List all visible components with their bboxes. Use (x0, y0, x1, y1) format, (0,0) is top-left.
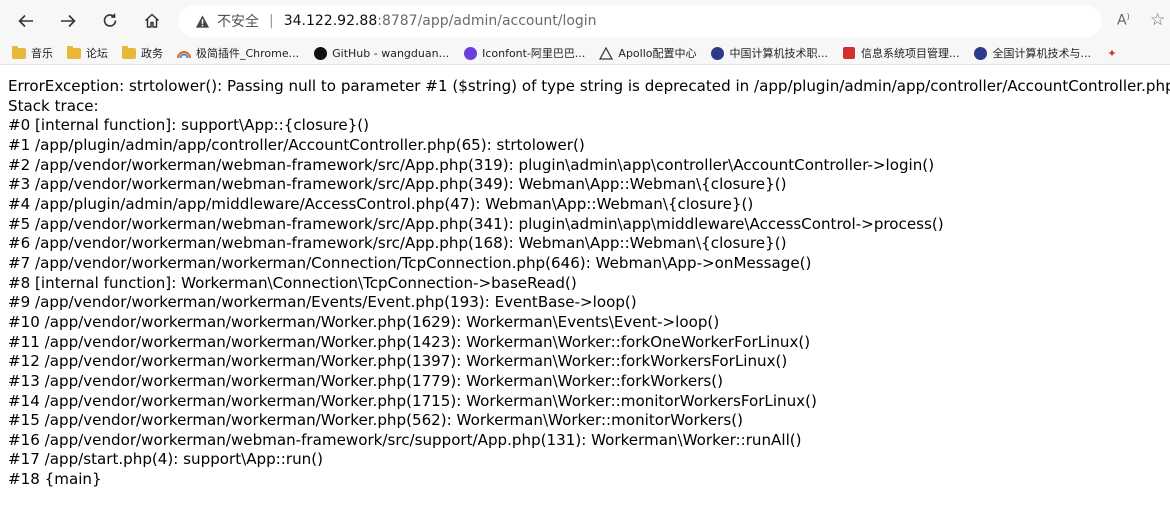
stack-trace-line: #4 /app/plugin/admin/app/middleware/Acce… (8, 194, 754, 213)
stack-trace-line: #5 /app/vendor/workerman/webman-framewor… (8, 214, 944, 233)
bookmark-national-computer[interactable]: 全国计算机技术与... (974, 45, 1092, 61)
error-message: ErrorException: strtolower(): Passing nu… (8, 77, 1170, 95)
url-host: 34.122.92.88 (283, 13, 378, 29)
address-separator: | (269, 13, 274, 29)
stack-trace-line: #7 /app/vendor/workerman/workerman/Conne… (8, 253, 812, 272)
address-bar[interactable]: 不安全 | 34.122.92.88:8787/app/admin/accoun… (178, 5, 1102, 37)
stack-trace-line: #13 /app/vendor/workerman/workerman/Work… (8, 371, 724, 390)
bookmark-label: 音乐 (31, 47, 53, 60)
stack-trace-line: #6 /app/vendor/workerman/webman-framewor… (8, 234, 787, 253)
bookmark-github[interactable]: GitHub - wangduan... (313, 46, 450, 60)
stack-trace-line: #1 /app/plugin/admin/app/controller/Acco… (8, 135, 585, 154)
stack-trace-line: #18 {main} (8, 470, 102, 489)
stack-trace-line: #3 /app/vendor/workerman/webman-framewor… (8, 175, 787, 194)
url-path: :8787/app/admin/account/login (377, 13, 597, 29)
stack-trace-line: #10 /app/vendor/workerman/workerman/Work… (8, 312, 720, 331)
stack-trace-line: #9 /app/vendor/workerman/workerman/Event… (8, 293, 637, 312)
security-label[interactable]: 不安全 (217, 11, 259, 31)
back-arrow-icon[interactable] (12, 7, 40, 35)
iconfont-icon (463, 46, 477, 60)
folder-icon (122, 45, 136, 60)
folder-icon (12, 45, 26, 60)
stack-trace-line: #12 /app/vendor/workerman/workerman/Work… (8, 352, 788, 371)
bookmark-label: 极简插件_Chrome... (196, 47, 300, 60)
reload-icon[interactable] (96, 7, 124, 35)
forward-arrow-icon[interactable] (54, 7, 82, 35)
bookmark-music[interactable]: 音乐 (12, 45, 53, 61)
github-icon (313, 46, 327, 60)
bookmark-label: Apollo配置中心 (618, 47, 697, 60)
bookmark-label: 中国计算机技术职... (729, 47, 829, 60)
favorite-star-icon[interactable]: ☆ (1150, 10, 1165, 30)
stack-trace-line: #8 [internal function]: Workerman\Connec… (8, 273, 577, 292)
bookmark-label: 论坛 (86, 47, 108, 60)
stack-trace-line: #16 /app/vendor/workerman/webman-framewo… (8, 430, 802, 449)
bookmark-forum[interactable]: 论坛 (67, 45, 108, 61)
browser-toolbar: 不安全 | 34.122.92.88:8787/app/admin/accoun… (0, 0, 1170, 42)
apollo-icon (599, 46, 614, 60)
stack-trace-line: #17 /app/start.php(4): support\App::run(… (8, 450, 323, 469)
stack-trace-line: #2 /app/vendor/workerman/webman-framewor… (8, 155, 935, 174)
rainbow-icon (177, 47, 191, 60)
bookmark-label: GitHub - wangduan... (332, 46, 450, 60)
bookmark-chrome-plugins[interactable]: 极简插件_Chrome... (177, 45, 299, 61)
bookmark-iconfont[interactable]: Iconfont-阿里巴巴... (463, 45, 585, 61)
globe-icon (711, 46, 725, 60)
stack-trace-title: Stack trace: (8, 96, 99, 115)
stack-trace-line: #15 /app/vendor/workerman/workerman/Work… (8, 411, 744, 430)
bookmarks-bar: 音乐 论坛 政务 极简插件_Chrome... GitHub - wangdua… (0, 42, 1170, 65)
stack-trace-list: #0 [internal function]: support\App::{cl… (8, 116, 1170, 489)
bookmark-overflow[interactable]: ✦ (1105, 47, 1124, 60)
bookmark-china-computer[interactable]: 中国计算机技术职... (711, 45, 829, 61)
stack-trace-line: #0 [internal function]: support\App::{cl… (8, 116, 370, 135)
bookmark-info-systems[interactable]: 信息系统项目管理... (842, 45, 960, 61)
info-icon (842, 47, 856, 60)
warning-icon[interactable] (195, 13, 211, 29)
folder-icon (67, 45, 81, 60)
pin-icon: ✦ (1107, 46, 1117, 60)
home-icon[interactable] (138, 7, 166, 35)
bookmark-apollo[interactable]: Apollo配置中心 (599, 45, 697, 61)
read-aloud-icon[interactable]: A) (1117, 12, 1130, 29)
error-page: ErrorException: strtolower(): Passing nu… (0, 65, 1170, 490)
globe-icon (974, 46, 988, 60)
bookmark-label: 政务 (141, 47, 163, 60)
bookmark-label: 信息系统项目管理... (861, 47, 960, 60)
bookmark-government[interactable]: 政务 (122, 45, 163, 61)
bookmark-label: 全国计算机技术与... (992, 47, 1092, 60)
stack-trace-line: #14 /app/vendor/workerman/workerman/Work… (8, 391, 817, 410)
stack-trace-line: #11 /app/vendor/workerman/workerman/Work… (8, 332, 811, 351)
bookmark-label: Iconfont-阿里巴巴... (482, 47, 586, 60)
